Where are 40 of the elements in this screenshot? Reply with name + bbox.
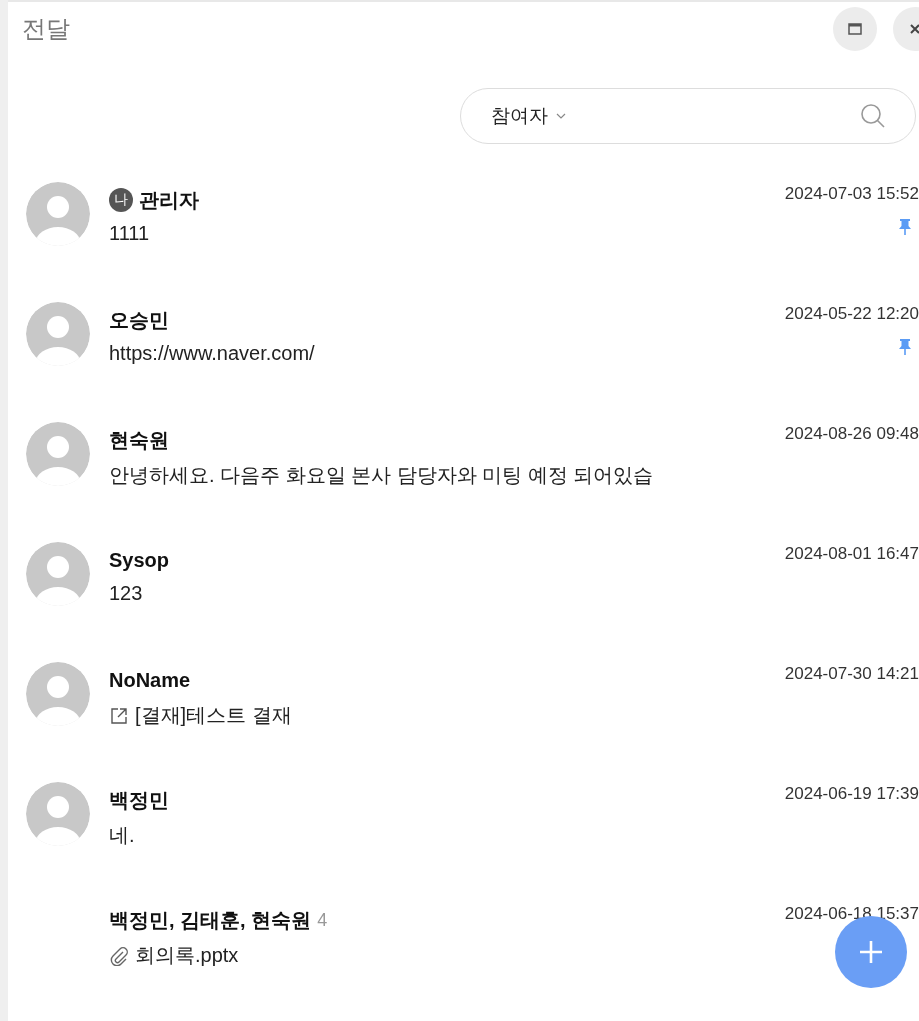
timestamp: 2024-07-30 14:21	[784, 664, 919, 684]
participant-name: 백정민, 김태훈, 현숙원	[109, 907, 312, 933]
plus-icon	[858, 939, 884, 965]
message-preview: 1111	[109, 222, 150, 245]
maximize-icon	[848, 23, 862, 35]
participant-name: 관리자	[139, 187, 199, 213]
message-preview: https://www.naver.com/	[109, 342, 315, 365]
timestamp: 2024-05-22 12:20	[784, 304, 919, 324]
participant-name: Sysop	[109, 548, 170, 572]
participant-name: 오승민	[109, 307, 169, 333]
conversation-item[interactable]: 오승민 https://www.naver.com/ 2024-05-22 12:20	[8, 302, 919, 422]
participant-name: NoName	[109, 668, 191, 692]
window-title: 전달	[22, 14, 70, 44]
search-icon	[859, 102, 887, 130]
message-preview: 네.	[109, 823, 135, 848]
conversation-item[interactable]: 백정민, 김태훈, 현숙원 4 회의록.pptx 2024-06-18 15:37	[8, 902, 919, 1021]
timestamp: 2024-08-26 09:48	[784, 424, 919, 444]
conversation-item[interactable]: 백정민 네. 2024-06-19 17:39	[8, 782, 919, 902]
timestamp: 2024-08-01 16:47	[784, 544, 919, 564]
member-count: 4	[317, 909, 328, 931]
message-preview: 회의록.pptx	[135, 943, 239, 968]
maximize-button[interactable]	[833, 7, 877, 51]
participant-name: 현숙원	[109, 427, 169, 453]
conversation-item[interactable]: 현숙원 안녕하세요. 다음주 화요일 본사 담당자와 미팅 예정 되어있습 2024-08-26 09:48	[8, 422, 919, 542]
participant-name: 백정민	[109, 787, 169, 813]
conversation-item[interactable]: Sysop 123 2024-08-01 16:47	[8, 542, 919, 662]
close-icon	[909, 23, 919, 35]
paperclip-icon	[109, 945, 129, 966]
message-preview: 123	[109, 582, 143, 605]
conversation-item[interactable]: NoName [결재]테스트 결재 2024-07-30 14:21	[8, 662, 919, 782]
timestamp: 2024-07-03 15:52	[784, 184, 919, 204]
conversation-item[interactable]: 나 관리자 1111 2024-07-03 15:52	[8, 182, 919, 302]
message-preview: [결재]테스트 결재	[135, 703, 292, 728]
me-badge: 나	[109, 188, 133, 212]
participant-filter-dropdown[interactable]: 참여자	[491, 103, 566, 129]
timestamp: 2024-06-18 15:37	[784, 904, 919, 924]
external-link-icon	[109, 705, 129, 726]
caret-icon	[556, 113, 566, 119]
timestamp: 2024-06-19 17:39	[784, 784, 919, 804]
message-preview: 안녕하세요. 다음주 화요일 본사 담당자와 미팅 예정 되어있습	[109, 463, 654, 488]
